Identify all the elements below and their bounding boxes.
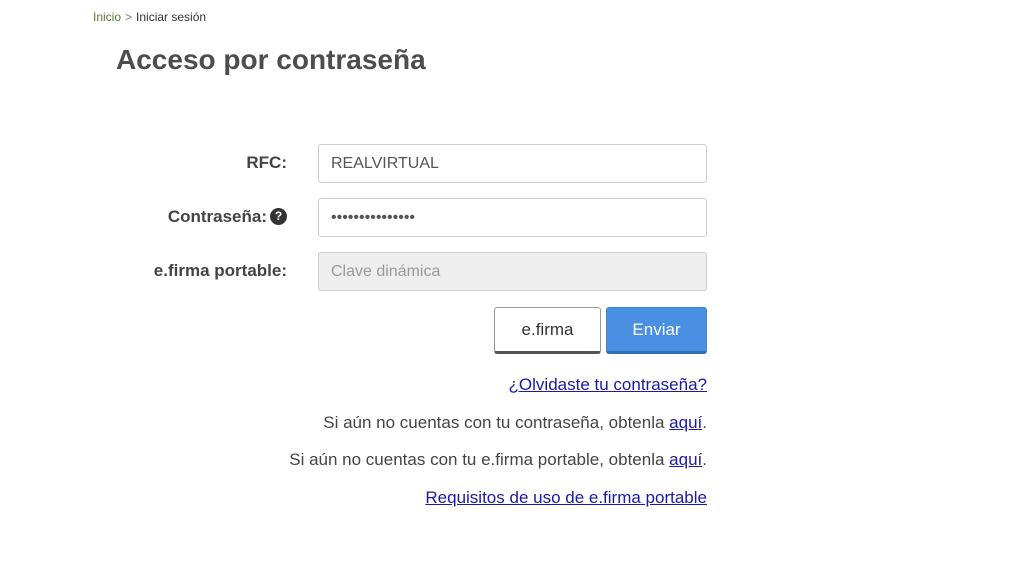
page-title: Acceso por contraseña xyxy=(116,44,426,75)
breadcrumb-separator: > xyxy=(125,10,133,24)
efirma-row: e.firma portable: xyxy=(100,252,707,292)
efirma-button[interactable]: e.firma xyxy=(494,307,601,354)
password-row: Contraseña:? xyxy=(100,198,707,238)
get-password-link[interactable]: aquí xyxy=(669,413,702,432)
no-efirma-period: . xyxy=(702,450,707,469)
efirma-dynamic-key-input xyxy=(318,252,707,291)
efirma-label: e.firma portable: xyxy=(153,261,287,280)
requirements-line: Requisitos de uso de e.firma portable xyxy=(425,488,707,508)
breadcrumb-home-link[interactable]: Inicio xyxy=(93,10,121,24)
login-page: Inicio > Iniciar sesión Acceso por contras… xyxy=(0,0,1036,578)
question-circle-icon[interactable]: ? xyxy=(270,208,287,225)
no-efirma-text: Si aún no cuentas con tu e.firma portabl… xyxy=(289,450,670,469)
rfc-row: RFC: xyxy=(100,144,707,184)
breadcrumb: Inicio > Iniciar sesión xyxy=(93,10,206,24)
forgot-password-line: ¿Olvidaste tu contraseña? xyxy=(509,375,707,395)
get-efirma-link[interactable]: aquí xyxy=(669,450,702,469)
efirma-requirements-link[interactable]: Requisitos de uso de e.firma portable xyxy=(425,488,707,507)
rfc-input[interactable] xyxy=(318,144,707,183)
no-efirma-line: Si aún no cuentas con tu e.firma portabl… xyxy=(289,450,707,470)
no-password-period: . xyxy=(702,413,707,432)
no-password-text: Si aún no cuentas con tu contraseña, obt… xyxy=(323,413,670,432)
breadcrumb-current: Iniciar sesión xyxy=(136,10,207,24)
password-input[interactable] xyxy=(318,198,707,237)
password-label-wrap: Contraseña:? xyxy=(168,198,287,236)
submit-button[interactable]: Enviar xyxy=(606,307,707,354)
password-label: Contraseña: xyxy=(167,207,267,226)
rfc-label: RFC: xyxy=(246,153,287,172)
forgot-password-link[interactable]: ¿Olvidaste tu contraseña? xyxy=(509,375,707,394)
no-password-line: Si aún no cuentas con tu contraseña, obt… xyxy=(323,413,707,433)
